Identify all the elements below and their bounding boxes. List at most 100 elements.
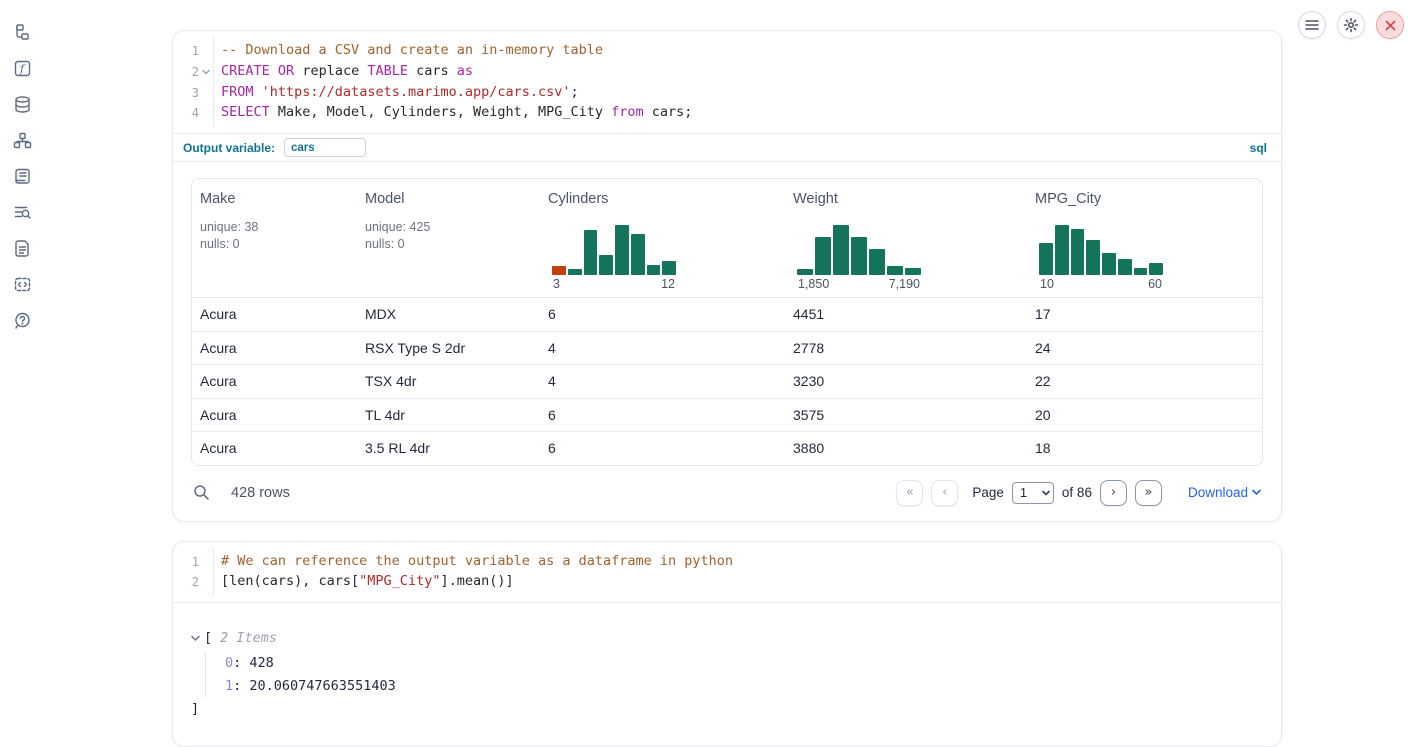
histogram-bar[interactable] [1055,225,1069,275]
histogram-max-label: 7,190 [889,277,920,291]
code-text: FROM 'https://datasets.marimo.app/cars.c… [213,83,1281,104]
histogram-bar[interactable] [615,225,629,275]
histogram-bar[interactable] [599,255,613,275]
output-variable-input[interactable] [284,138,366,157]
table-cell: 6 [540,399,785,432]
dependency-graph-icon[interactable] [4,122,40,158]
next-page-button[interactable]: › [1100,480,1127,506]
gutter-divider [213,37,214,127]
menu-icon[interactable] [1298,11,1326,39]
snippets-icon[interactable] [4,266,40,302]
download-button[interactable]: Download [1188,485,1261,500]
table-cell: 2778 [785,332,1027,365]
column-histogram[interactable]: 1060 [1039,222,1163,291]
column-header-make[interactable]: Makeunique: 38nulls: 0 [192,179,357,297]
page-select[interactable]: 1 [1012,482,1054,504]
table-cell: Acura [192,432,357,465]
histogram-max-label: 12 [661,277,675,291]
close-icon[interactable] [1376,11,1404,39]
column-header-weight[interactable]: Weight1,8507,190 [785,179,1027,297]
histogram-bar[interactable] [1039,243,1053,275]
sql-code-editor[interactable]: 1-- Download a CSV and create an in-memo… [173,31,1281,133]
table-cell: 6 [540,432,785,465]
code-line[interactable]: 4SELECT Make, Model, Cylinders, Weight, … [173,103,1281,124]
histogram-bar[interactable] [1071,229,1085,276]
column-stats: unique: 425nulls: 0 [365,219,532,253]
line-number: 4 [173,103,199,124]
settings-gear-icon[interactable] [1337,11,1365,39]
fold-chevron-icon[interactable] [199,62,213,83]
fold-spacer [199,552,213,573]
table-row[interactable]: AcuraMDX6445117 [192,298,1262,332]
table-row[interactable]: AcuraRSX Type S 2dr4277824 [192,332,1262,366]
first-page-button[interactable]: « [896,480,923,506]
python-cell: 1# We can reference the output variable … [172,541,1282,747]
table-row[interactable]: Acura3.5 RL 4dr6388018 [192,432,1262,465]
function-icon[interactable]: f [4,50,40,86]
table-footer: 428 rows « ‹ Page 1 of 86 › » Download [191,477,1263,509]
column-header-model[interactable]: Modelunique: 425nulls: 0 [357,179,540,297]
tree-entry-key: 1 [225,678,233,694]
fold-spacer [199,103,213,124]
last-page-button[interactable]: » [1135,480,1162,506]
table-cell: 4451 [785,298,1027,331]
logs-icon[interactable] [4,194,40,230]
table-cell: 24 [1027,332,1262,365]
histogram-bar[interactable] [1134,268,1148,275]
table-cell: 3575 [785,399,1027,432]
code-line[interactable]: 1-- Download a CSV and create an in-memo… [173,41,1281,62]
histogram-bar[interactable] [1118,259,1132,275]
histogram-min-label: 3 [553,277,560,291]
column-header-mpg_city[interactable]: MPG_City1060 [1027,179,1262,297]
histogram-bar[interactable] [869,249,885,276]
histogram-bar[interactable] [552,266,566,276]
language-tag[interactable]: sql [1250,141,1267,155]
code-line[interactable]: 2[len(cars), cars["MPG_City"].mean()] [173,572,1281,593]
table-cell: Acura [192,365,357,398]
column-histogram[interactable]: 3 12 [552,222,676,291]
table-cell: 4 [540,365,785,398]
document-icon[interactable] [4,230,40,266]
histogram-bar[interactable] [815,237,831,276]
histogram-bar[interactable] [1149,263,1163,275]
fold-spacer [199,572,213,593]
histogram-bar[interactable] [797,269,813,275]
tree-open-bracket: [ [204,628,212,648]
table-body: AcuraMDX6445117AcuraRSX Type S 2dr427782… [192,298,1262,465]
python-code-editor[interactable]: 1# We can reference the output variable … [173,542,1281,603]
histogram-bar[interactable] [1086,240,1100,275]
prev-page-button[interactable]: ‹ [931,480,958,506]
sql-cell: 1-- Download a CSV and create an in-memo… [172,30,1282,522]
sidebar: f [0,0,44,729]
histogram-bar[interactable] [887,266,903,275]
code-line[interactable]: 3FROM 'https://datasets.marimo.app/cars.… [173,83,1281,104]
histogram-bar[interactable] [647,265,661,276]
file-tree-icon[interactable] [4,14,40,50]
column-histogram[interactable]: 1,8507,190 [797,222,921,291]
column-header-cylinders[interactable]: Cylinders312 [540,179,785,297]
histogram-bar[interactable] [1102,253,1116,275]
histogram-bar[interactable] [584,230,598,275]
table-cell: 3230 [785,365,1027,398]
histogram-bar[interactable] [833,225,849,275]
table-cell: 22 [1027,365,1262,398]
table-row[interactable]: AcuraTL 4dr6357520 [192,399,1262,433]
table-cell: 18 [1027,432,1262,465]
collapse-chevron-icon[interactable] [191,635,202,642]
database-icon[interactable] [4,86,40,122]
code-line[interactable]: 2CREATE OR replace TABLE cars as [173,62,1281,83]
fold-spacer [199,41,213,62]
code-line[interactable]: 1# We can reference the output variable … [173,552,1281,573]
table-cell: Acura [192,298,357,331]
tree-item-count: 2 Items [220,628,277,648]
histogram-bar[interactable] [662,261,676,275]
histogram-bar[interactable] [851,237,867,275]
histogram-bar[interactable] [905,268,921,275]
scratchpad-icon[interactable] [4,158,40,194]
histogram-bar[interactable] [631,234,645,275]
search-icon[interactable] [193,484,210,501]
output-variable-label: Output variable: [183,141,275,155]
table-row[interactable]: AcuraTSX 4dr4323022 [192,365,1262,399]
help-icon[interactable] [4,302,40,338]
histogram-bar[interactable] [568,269,582,275]
